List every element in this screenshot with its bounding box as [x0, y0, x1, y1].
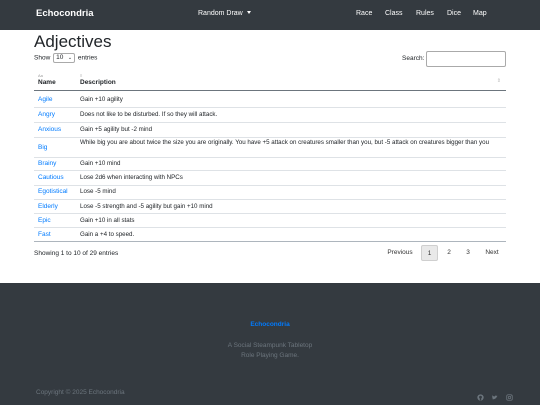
entries-length-control: Show 10 ⌄ entries	[34, 53, 97, 63]
random-draw-dropdown[interactable]: Random Draw	[198, 10, 251, 17]
adjective-description: Gain +10 agility	[80, 96, 123, 103]
adjective-name-link[interactable]: Anxious	[38, 126, 61, 133]
footer-copyright: Copyright © 2025 Echocondria	[36, 389, 125, 396]
nav-link-race[interactable]: Race	[356, 10, 372, 17]
adjective-name-link[interactable]: Epic	[38, 217, 51, 224]
table-row: Fast Gain a +4 to speed.	[34, 228, 506, 242]
nav-link-map[interactable]: Map	[473, 10, 487, 17]
adjective-description: Lose -5 mind	[80, 188, 116, 195]
adjective-name-link[interactable]: Fast	[38, 231, 51, 238]
table-row: Egotistical Lose -5 mind	[34, 186, 506, 200]
column-header-name-label: Name	[38, 79, 56, 86]
table-info: Showing 1 to 10 of 29 entries	[34, 250, 119, 257]
navbar: Echocondria Random Draw Race Class Rules…	[0, 0, 540, 30]
adjective-description: Gain a +4 to speed.	[80, 231, 135, 238]
adjective-description: Lose -5 strength and -5 agility but gain…	[80, 203, 213, 210]
chevron-down-icon: ⌄	[67, 55, 73, 61]
table-header: Aa Name ≡ Description ⇕	[34, 73, 506, 91]
navbar-brand[interactable]: Echocondria	[36, 8, 94, 19]
adjective-description: Gain +5 agility but -2 mind	[80, 126, 153, 133]
table-row: Brainy Gain +10 mind	[34, 158, 506, 171]
adjective-name-link[interactable]: Agile	[38, 96, 52, 103]
adjective-name-link[interactable]: Elderly	[38, 203, 58, 210]
footer-brand[interactable]: Echocondria	[0, 321, 540, 328]
pagination-page-1[interactable]: 1	[421, 245, 438, 261]
entries-select[interactable]: 10 ⌄	[53, 53, 76, 63]
length-prefix: Show	[34, 54, 51, 62]
sort-text-icon: ≡	[80, 73, 83, 78]
column-header-name[interactable]: Aa Name	[38, 73, 78, 86]
adjective-name-link[interactable]: Angry	[38, 111, 55, 118]
random-draw-label: Random Draw	[198, 10, 243, 17]
footer-tagline-line1: A Social Steampunk Tabletop	[227, 342, 313, 349]
footer-tagline: A Social Steampunk Tabletop Role Playing…	[0, 341, 540, 361]
page-title: Adjectives	[34, 32, 112, 51]
table-row: Cautious Lose 2d6 when interacting with …	[34, 171, 506, 186]
adjective-name-link[interactable]: Egotistical	[38, 188, 68, 195]
table-row: Big While big you are about twice the si…	[34, 138, 506, 158]
nav-link-class[interactable]: Class	[385, 10, 403, 17]
table-row: Epic Gain +10 in all stats	[34, 214, 506, 228]
entries-select-value: 10	[56, 54, 64, 61]
search-input[interactable]	[426, 51, 506, 67]
adjective-description: Does not like to be disturbed. If so the…	[80, 111, 218, 118]
github-icon[interactable]	[477, 394, 484, 401]
table-row: Elderly Lose -5 strength and -5 agility …	[34, 200, 506, 214]
length-suffix: entries	[77, 54, 98, 62]
column-header-description[interactable]: ≡ Description ⇕	[80, 73, 504, 91]
nav-link-dice[interactable]: Dice	[447, 10, 461, 17]
adjective-description: Gain +10 mind	[80, 160, 121, 167]
adjective-description: While big you are about twice the size y…	[80, 139, 490, 146]
sort-alpha-icon: Aa	[38, 73, 43, 78]
instagram-icon[interactable]	[506, 394, 513, 401]
table-row: Angry Does not like to be disturbed. If …	[34, 108, 506, 123]
pagination-previous[interactable]: Previous	[383, 245, 417, 261]
pagination-next[interactable]: Next	[480, 245, 504, 261]
footer-tagline-line2: Role Playing Game.	[241, 352, 299, 359]
adjective-description: Gain +10 in all stats	[80, 217, 135, 224]
table-row: Agile Gain +10 agility	[34, 93, 506, 108]
column-header-description-label: Description	[80, 79, 116, 86]
adjective-name-link[interactable]: Big	[38, 144, 47, 151]
nav-link-rules[interactable]: Rules	[416, 10, 434, 17]
adjective-name-link[interactable]: Cautious	[38, 174, 64, 181]
table-row: Anxious Gain +5 agility but -2 mind	[34, 123, 506, 138]
sort-arrows-icon: ⇕	[496, 78, 501, 84]
footer: Echocondria A Social Steampunk Tabletop …	[0, 283, 540, 405]
search-label: Search:	[402, 55, 425, 62]
twitter-icon[interactable]	[491, 394, 499, 401]
pagination-page-2[interactable]: 2	[441, 245, 457, 261]
social-icons	[474, 388, 513, 405]
adjective-description: Lose 2d6 when interacting with NPCs	[80, 174, 183, 181]
pagination-page-3[interactable]: 3	[460, 245, 476, 261]
caret-down-icon	[246, 11, 251, 14]
adjective-name-link[interactable]: Brainy	[38, 160, 56, 167]
